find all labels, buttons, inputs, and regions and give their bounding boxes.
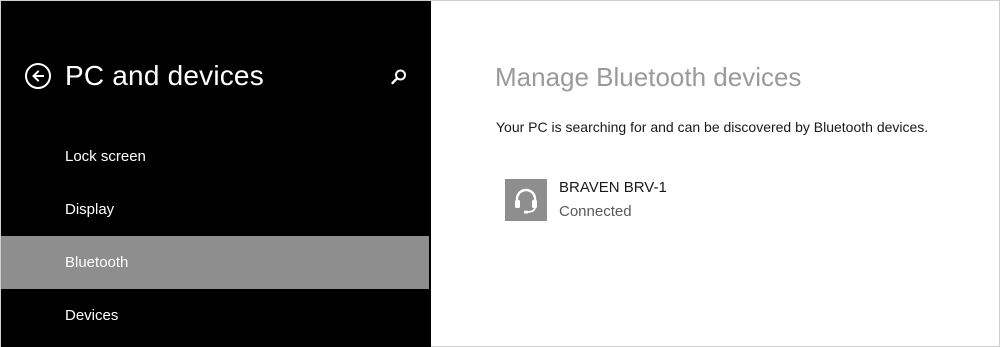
- discovery-status-text: Your PC is searching for and can be disc…: [496, 119, 929, 135]
- page-title: Manage Bluetooth devices: [495, 62, 802, 92]
- sidebar-title: PC and devices: [65, 60, 264, 91]
- search-icon: [391, 69, 406, 85]
- sidebar-item-label: Display: [65, 201, 115, 218]
- sidebar-nav: Lock screen Display Bluetooth Devices: [1, 130, 429, 342]
- device-status: Connected: [559, 203, 632, 220]
- sidebar: PC and devices Lock screen Display Bluet…: [1, 1, 431, 347]
- back-button[interactable]: [25, 63, 51, 89]
- main-content: Manage Bluetooth devices Your PC is sear…: [431, 1, 999, 346]
- sidebar-item-devices[interactable]: Devices: [1, 289, 429, 342]
- sidebar-item-label: Devices: [65, 307, 119, 324]
- device-name: BRAVEN BRV-1: [559, 179, 667, 196]
- headset-icon: [515, 188, 537, 214]
- back-arrow-icon: [32, 70, 44, 82]
- search-button[interactable]: [389, 67, 409, 87]
- device-icon-tile: [505, 179, 547, 221]
- sidebar-item-label: Bluetooth: [65, 254, 129, 271]
- device-list-item[interactable]: BRAVEN BRV-1 Connected: [505, 177, 765, 223]
- sidebar-item-label: Lock screen: [65, 148, 146, 165]
- sidebar-item-lock-screen[interactable]: Lock screen: [1, 130, 429, 183]
- sidebar-item-display[interactable]: Display: [1, 183, 429, 236]
- sidebar-item-bluetooth[interactable]: Bluetooth: [1, 236, 429, 289]
- settings-window: PC and devices Lock screen Display Bluet…: [0, 0, 1000, 347]
